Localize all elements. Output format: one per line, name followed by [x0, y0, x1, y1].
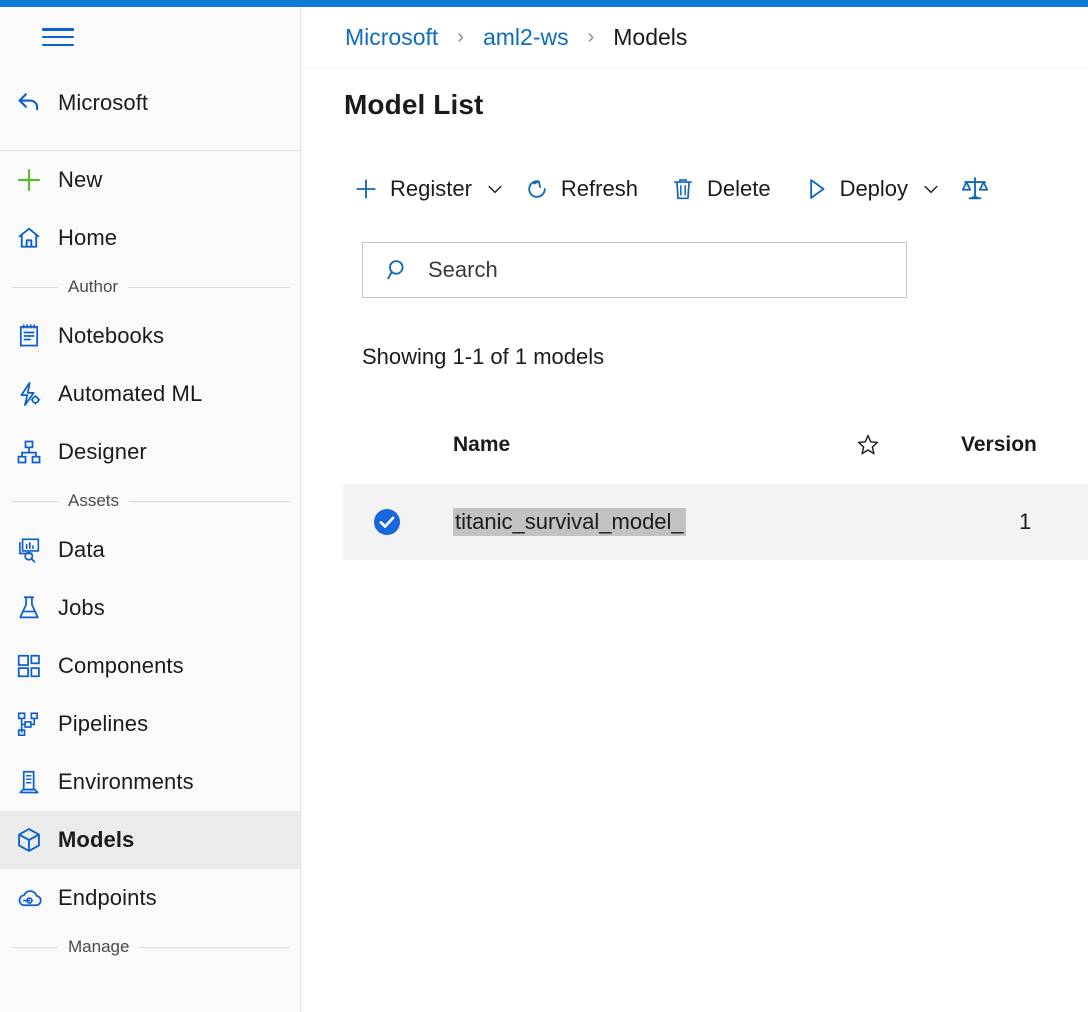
divider-line	[12, 500, 58, 502]
column-header-version[interactable]: Version	[961, 421, 1037, 469]
sidebar-item-pipelines[interactable]: Pipelines	[0, 695, 300, 753]
breadcrumb: Microsoft › aml2-ws › Models	[302, 7, 1088, 68]
page-title: Model List	[344, 89, 484, 120]
deploy-dropdown-chevron-down-icon[interactable]	[917, 167, 945, 211]
model-name-cell[interactable]: titanic_survival_model_	[453, 508, 686, 536]
balance-scales-icon	[960, 174, 990, 204]
search-icon	[385, 257, 411, 283]
sidebar-item-label: Models	[58, 827, 135, 852]
chevron-right-icon: ›	[587, 25, 595, 48]
data-icon	[0, 536, 58, 564]
plus-icon	[353, 176, 379, 202]
sidebar-item-label: Designer	[58, 439, 147, 464]
register-button[interactable]: Register	[344, 167, 481, 211]
jobs-flask-icon	[0, 594, 58, 622]
sidebar-item-notebooks[interactable]: Notebooks	[0, 307, 300, 365]
sidebar-item-designer[interactable]: Designer	[0, 423, 300, 481]
star-outline-icon	[855, 432, 881, 458]
sidebar-item-label: Data	[58, 537, 105, 562]
sidebar-item-components[interactable]: Components	[0, 637, 300, 695]
automated-ml-icon	[0, 380, 58, 408]
sidebar-account-label: Microsoft	[58, 90, 149, 115]
chevron-right-icon: ›	[457, 25, 464, 48]
toolbar: Register Refresh Delete Deploy	[344, 165, 1084, 213]
register-label: Register	[390, 176, 472, 201]
breadcrumb-item-current: Models	[613, 23, 688, 50]
sidebar-item-jobs[interactable]: Jobs	[0, 579, 300, 637]
table-row[interactable]: titanic_survival_model_ 1	[343, 484, 1088, 560]
divider-line	[128, 286, 290, 288]
deploy-label: Deploy	[839, 176, 909, 201]
responsible-ai-button[interactable]	[953, 167, 997, 211]
divider-line	[139, 946, 290, 948]
notebook-icon	[0, 322, 58, 350]
divider-line	[12, 286, 58, 288]
trash-icon	[670, 176, 696, 202]
hamburger-icon[interactable]	[42, 25, 74, 49]
sidebar-item-home[interactable]: Home	[0, 209, 300, 267]
sidebar-item-data[interactable]: Data	[0, 521, 300, 579]
breadcrumb-item-microsoft[interactable]: Microsoft	[345, 24, 438, 51]
home-icon	[0, 224, 58, 252]
register-dropdown-chevron-down-icon[interactable]	[481, 167, 509, 211]
sidebar-item-label: Jobs	[58, 595, 105, 620]
back-arrow-icon	[0, 88, 58, 118]
refresh-label: Refresh	[560, 176, 638, 201]
divider-line	[129, 500, 290, 502]
sidebar-item-label: Automated ML	[58, 381, 203, 406]
sidebar-item-new[interactable]: New	[0, 151, 300, 209]
sidebar-item-endpoints[interactable]: Endpoints	[0, 869, 300, 927]
sidebar-account-microsoft[interactable]: Microsoft	[0, 77, 300, 129]
components-icon	[0, 652, 58, 680]
models-table: Name Version titanic_survival_model_ 1	[343, 421, 1088, 560]
divider-line	[12, 946, 58, 948]
models-cube-icon	[0, 826, 58, 854]
breadcrumb-item-workspace[interactable]: aml2-ws	[483, 24, 569, 51]
sidebar-section-label: Manage	[68, 937, 130, 956]
sidebar-item-models[interactable]: Models	[0, 811, 300, 869]
model-version-cell: 1	[1019, 509, 1032, 534]
column-header-favorite[interactable]	[855, 421, 881, 469]
sidebar-item-label: Environments	[58, 769, 194, 794]
sidebar-section-assets: Assets	[0, 481, 300, 521]
sidebar-section-label: Assets	[68, 491, 120, 510]
main-content: Microsoft › aml2-ws › Models Model List …	[302, 7, 1088, 1012]
sidebar: Microsoft New Home Author Notebooks Auto…	[0, 7, 301, 1012]
play-triangle-icon	[803, 176, 829, 202]
sidebar-item-label: Components	[58, 653, 184, 678]
table-header-row: Name Version	[343, 421, 1088, 469]
pipelines-icon	[0, 710, 58, 738]
plus-icon	[0, 166, 58, 194]
deploy-button[interactable]: Deploy	[794, 167, 917, 211]
sidebar-item-label: Notebooks	[58, 323, 165, 348]
sidebar-item-automated-ml[interactable]: Automated ML	[0, 365, 300, 423]
azure-ml-studio-model-list-page: Microsoft New Home Author Notebooks Auto…	[0, 0, 1088, 1012]
sidebar-nav: New Home Author Notebooks Automated ML D…	[0, 151, 300, 967]
endpoints-cloud-icon	[0, 884, 58, 912]
sidebar-item-label: Pipelines	[58, 711, 149, 736]
sidebar-item-label: Endpoints	[58, 885, 157, 910]
environments-icon	[0, 768, 58, 796]
sidebar-section-author: Author	[0, 267, 300, 307]
column-header-name[interactable]: Name	[453, 421, 510, 469]
refresh-icon	[524, 176, 550, 202]
row-selected-checkmark-icon[interactable]	[372, 507, 402, 537]
sidebar-item-label: Home	[58, 225, 118, 250]
sidebar-section-label: Author	[68, 277, 119, 296]
sidebar-section-manage: Manage	[0, 927, 300, 967]
delete-button[interactable]: Delete	[661, 167, 780, 211]
sidebar-item-label: New	[58, 167, 103, 192]
top-accent-bar	[0, 0, 1088, 7]
delete-label: Delete	[706, 176, 771, 201]
search-input[interactable]: Search	[362, 242, 907, 298]
sidebar-item-environments[interactable]: Environments	[0, 753, 300, 811]
results-count-text: Showing 1-1 of 1 models	[362, 344, 605, 369]
search-placeholder: Search	[428, 257, 498, 282]
refresh-button[interactable]: Refresh	[515, 167, 647, 211]
designer-icon	[0, 438, 58, 466]
